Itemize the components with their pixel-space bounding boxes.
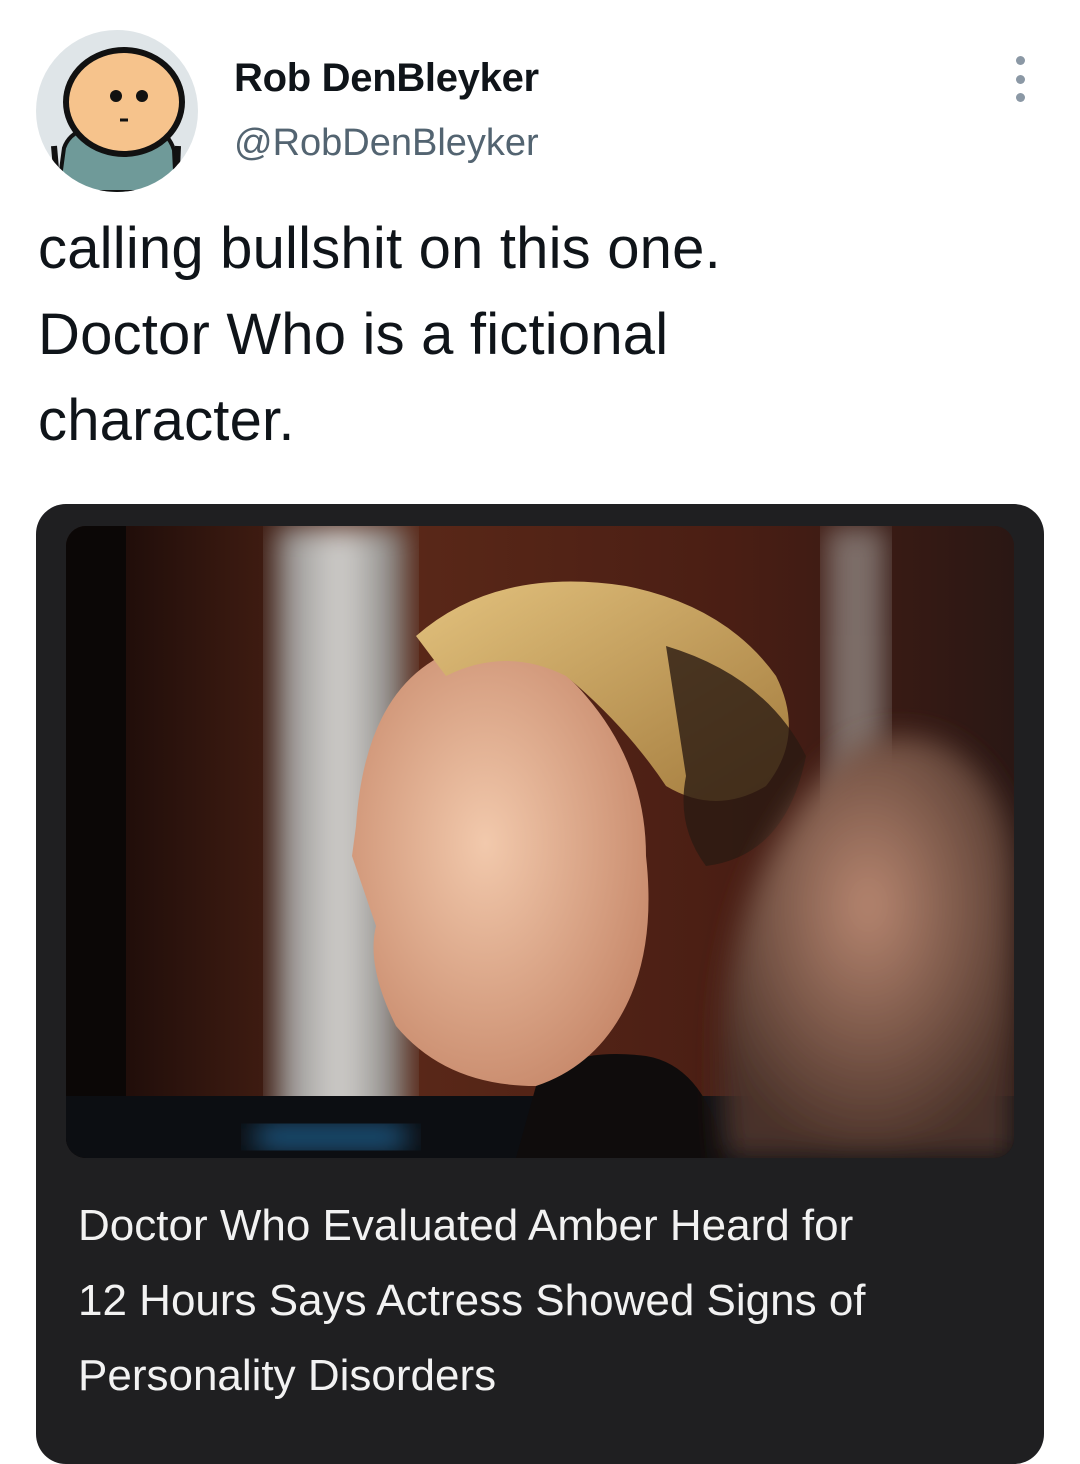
link-card-title-line: Doctor Who Evaluated Amber Heard for (78, 1201, 854, 1250)
cartoon-character-avatar-icon (51, 47, 185, 192)
courtroom-photo[interactable] (66, 526, 1014, 1158)
vertical-ellipsis-icon (1015, 56, 1025, 65)
vertical-ellipsis-icon (1015, 74, 1025, 84)
author-avatar[interactable] (36, 30, 198, 192)
link-card-title[interactable]: Doctor Who Evaluated Amber Heard for 12 … (78, 1188, 1018, 1413)
link-card-title-line: Personality Disorders (78, 1351, 497, 1400)
author-display-name[interactable]: Rob DenBleyker (234, 56, 539, 101)
courtroom-photo-image (66, 526, 1014, 1158)
tweet-text-line: Doctor Who is a fictional (38, 302, 669, 367)
more-options-button[interactable] (1004, 56, 1036, 102)
tweet-text-line: character. (38, 388, 295, 453)
tweet-text-line: calling bullshit on this one. (38, 216, 721, 281)
tweet-text: calling bullshit on this one. Doctor Who… (38, 206, 998, 464)
author-handle[interactable]: @RobDenBleyker (234, 122, 539, 165)
link-preview-card[interactable]: Doctor Who Evaluated Amber Heard for 12 … (36, 504, 1044, 1464)
link-card-title-line: 12 Hours Says Actress Showed Signs of (78, 1276, 866, 1325)
vertical-ellipsis-icon (1015, 93, 1025, 102)
